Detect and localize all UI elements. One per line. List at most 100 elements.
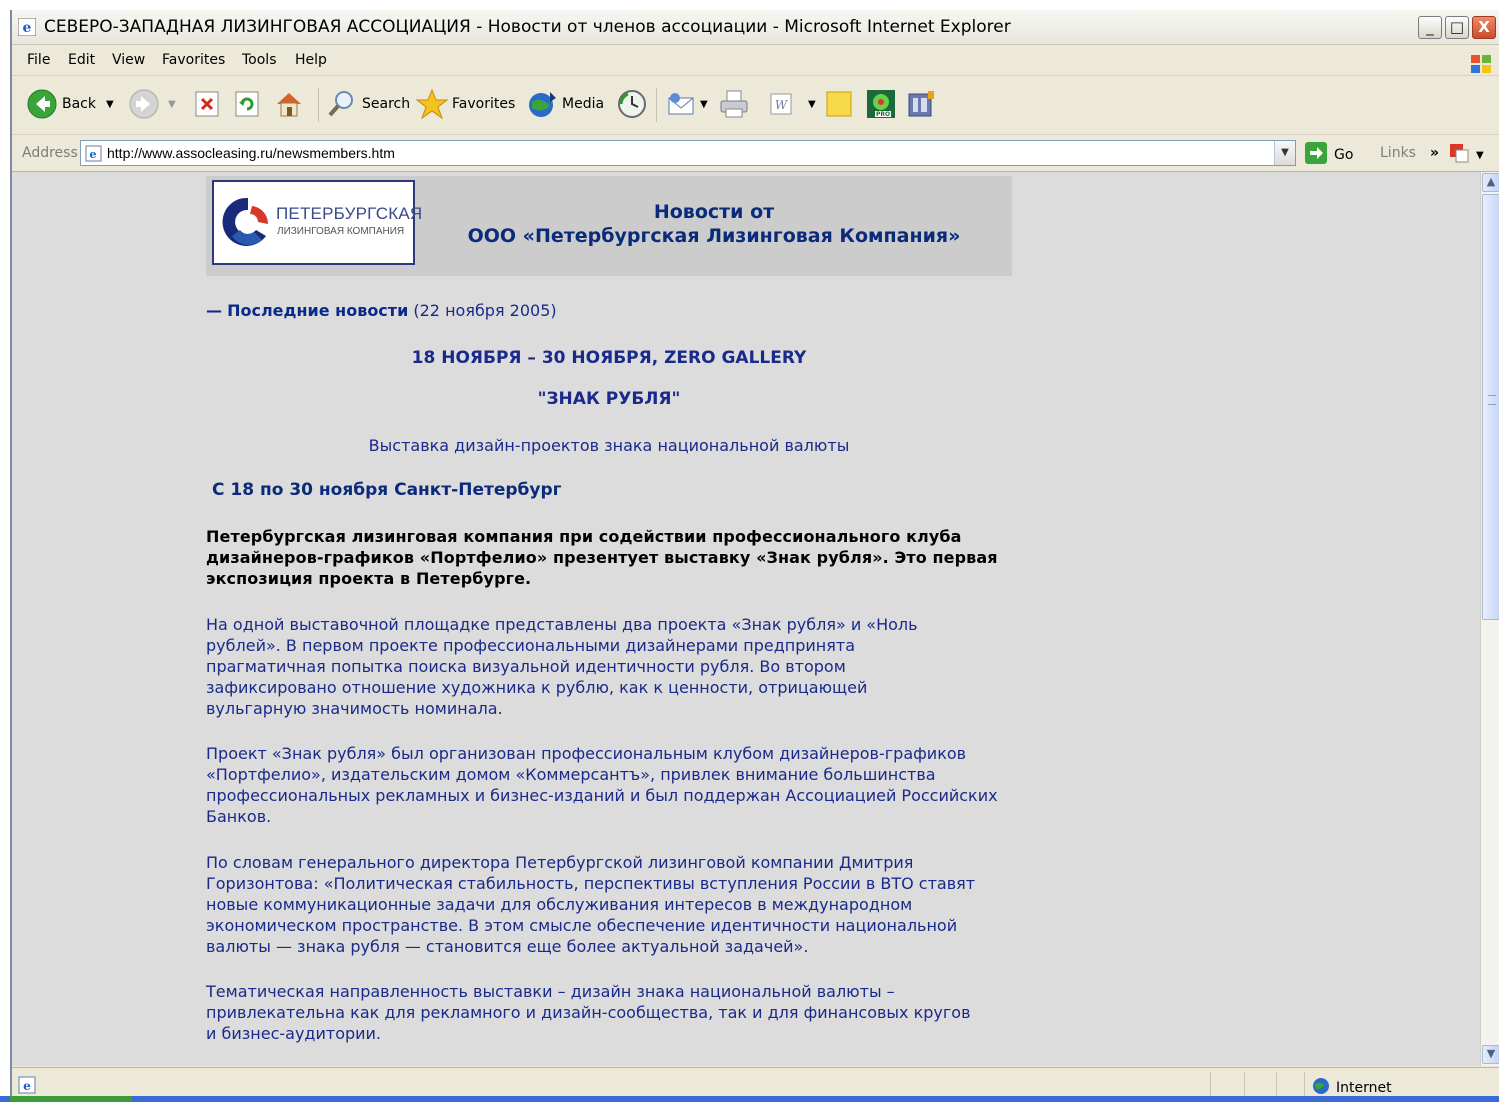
refresh-button[interactable] [234,86,260,122]
media-icon [526,88,558,120]
standard-toolbar: Back ▼ ▼ Search Favorites Media ▼ W ▼ PR… [12,76,1499,135]
back-dropdown-icon[interactable]: ▼ [106,99,114,110]
scroll-grip-icon [1488,395,1496,405]
menu-help[interactable]: Help [295,52,327,68]
back-button[interactable]: Back ▼ [26,86,114,122]
paragraph-4: Тематическая направленность выставки – д… [206,982,971,1043]
links-label: Links [1380,145,1416,161]
header-line2: ООО «Петербургская Лизинговая Компания» [467,225,961,247]
search-icon [326,88,358,120]
scroll-thumb[interactable] [1482,194,1499,620]
menu-view[interactable]: View [112,52,145,68]
event-place: С 18 по 30 ноября Санкт-Петербург [212,480,562,500]
mail-dropdown-icon[interactable]: ▼ [700,99,708,110]
scroll-up-button[interactable]: ▲ [1482,173,1499,192]
search-button[interactable]: Search [326,86,410,122]
status-divider [1210,1072,1211,1096]
news-header-banner: ПЕТЕРБУРГСКАЯ ЛИЗИНГОВАЯ КОМПАНИЯ Новост… [206,176,1012,276]
vertical-scrollbar[interactable]: ▲ ▼ [1480,172,1499,1066]
status-divider [1276,1072,1277,1096]
zone-label: Internet [1336,1080,1392,1096]
mail-button[interactable]: ▼ [666,86,708,122]
media-button[interactable]: Media [526,86,604,122]
go-label: Go [1334,147,1354,163]
media-player-button[interactable] [906,86,936,122]
page-icon: e [85,145,102,162]
forward-dropdown-icon[interactable]: ▼ [168,99,176,110]
company-logo[interactable]: ПЕТЕРБУРГСКАЯ ЛИЗИНГОВАЯ КОМПАНИЯ [212,180,422,265]
event-title: "ЗНАК РУБЛЯ" [537,389,681,409]
start-button[interactable] [10,1096,132,1102]
translate-icon [1448,142,1470,168]
maximize-button[interactable]: □ [1445,16,1469,39]
address-dropdown-icon[interactable]: ▼ [1274,141,1295,165]
search-label: Search [362,96,411,112]
translate-button[interactable]: ▼ [1448,142,1484,168]
history-button[interactable] [616,86,648,122]
address-label: Address [22,145,78,161]
translate-dropdown-icon[interactable]: ▼ [1476,150,1484,161]
scroll-down-button[interactable]: ▼ [1482,1045,1499,1064]
word-document-icon: W [768,90,796,118]
menu-file[interactable]: File [27,52,50,68]
print-button[interactable] [718,86,750,122]
favorites-label: Favorites [452,96,516,112]
status-divider [1304,1072,1305,1096]
taskbar [0,1096,1499,1102]
minimize-button[interactable]: _ [1418,16,1442,39]
go-button[interactable]: Go [1304,141,1353,169]
printer-icon [718,88,750,120]
history-icon [616,88,648,120]
title-bar: e СЕВЕРО-ЗАПАДНАЯ ЛИЗИНГОВАЯ АССОЦИАЦИЯ … [12,10,1499,45]
home-button[interactable] [274,86,304,122]
home-icon [274,89,304,119]
paragraph-1: На одной выставочной площадке представле… [206,615,918,718]
forward-button[interactable]: ▼ [128,86,176,122]
media-player-icon [906,89,936,119]
toolbar-separator [656,88,657,122]
menu-tools[interactable]: Tools [242,52,277,68]
stop-icon [194,90,220,118]
back-label: Back [62,96,96,112]
company-logo-mark-icon [222,197,269,246]
menu-bar: File Edit View Favorites Tools Help [12,45,1499,76]
page-content: ПЕТЕРБУРГСКАЯ ЛИЗИНГОВАЯ КОМПАНИЯ Новост… [12,172,1480,1066]
address-field[interactable]: e ▼ [80,140,1296,166]
event-dates: 18 НОЯБРЯ – 30 НОЯБРЯ, ZERO GALLERY [411,348,807,368]
logo-line1: ПЕТЕРБУРГСКАЯ [276,204,423,223]
svg-text:e: e [90,148,97,161]
media-label: Media [562,96,605,112]
news-dash: — [206,301,222,320]
logo-line2: ЛИЗИНГОВАЯ КОМПАНИЯ [277,226,405,237]
forward-arrow-icon [128,88,160,120]
menu-edit[interactable]: Edit [68,52,95,68]
latest-news-link[interactable]: Последние новости [227,301,408,320]
browser-window: e СЕВЕРО-ЗАПАДНАЯ ЛИЗИНГОВАЯ АССОЦИАЦИЯ … [10,10,1499,1102]
icq-button[interactable]: PRO [866,86,896,122]
close-button[interactable]: X [1472,16,1496,39]
icq-flower-icon: PRO [866,89,896,119]
url-input[interactable] [107,143,1267,163]
page-status-icon: e [18,1076,36,1094]
note-icon [824,89,854,119]
header-title: Новости от ООО «Петербургская Лизинговая… [416,200,1012,248]
toolbar-separator [318,88,319,122]
header-line1: Новости от [653,201,775,223]
links-chevron-icon: » [1429,145,1440,161]
go-arrow-icon [1304,141,1328,169]
edit-button[interactable]: W ▼ [768,86,816,122]
window-title: СЕВЕРО-ЗАПАДНАЯ ЛИЗИНГОВАЯ АССОЦИАЦИЯ - … [44,17,1011,37]
links-button[interactable]: Links » [1380,145,1439,161]
favorites-button[interactable]: Favorites [416,86,515,122]
menu-favorites[interactable]: Favorites [162,52,225,68]
edit-dropdown-icon[interactable]: ▼ [808,99,816,110]
svg-text:e: e [23,1079,31,1093]
internet-explorer-icon: e [17,17,37,37]
event-subtitle: Выставка дизайн-проектов знака националь… [368,436,850,455]
paragraph-3: По словам генерального директора Петербу… [206,853,976,956]
address-bar: Address e ▼ Go Links » ▼ [12,135,1499,172]
star-icon [416,88,448,120]
discuss-button[interactable] [824,86,854,122]
stop-button[interactable] [194,86,220,122]
svg-text:PRO: PRO [876,111,890,118]
